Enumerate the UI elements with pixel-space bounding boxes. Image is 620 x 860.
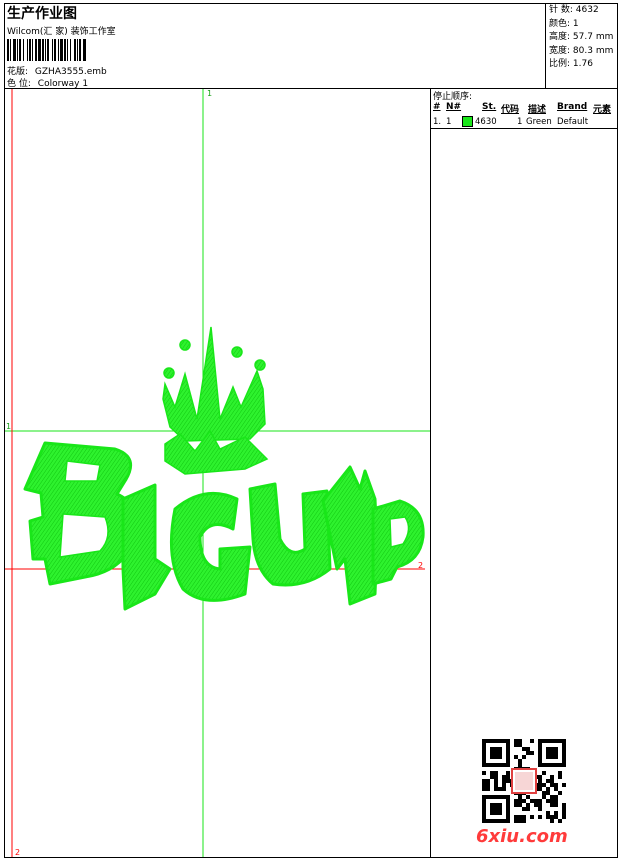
- watermark: 6xiu.com: [476, 826, 568, 847]
- row-code: 1: [517, 117, 523, 127]
- row-brand: Default: [557, 117, 589, 127]
- stat-width: 宽度: 80.3 mm: [549, 45, 614, 56]
- marker-bottom: 2: [15, 848, 20, 857]
- stats-panel: 针 数: 4632 颜色: 1 高度: 57.7 mm 宽度: 80.3 mm …: [545, 3, 618, 88]
- software-name: Wilcom(汇 家) 装饰工作室: [7, 27, 116, 37]
- design-canvas: 1 1 2 2: [5, 89, 430, 857]
- col-needle: N#: [446, 102, 462, 112]
- row-description: Green: [526, 117, 552, 127]
- colorway-line: 色 位: Colorway 1: [7, 76, 88, 89]
- row-stitches: 4630: [475, 117, 497, 127]
- col-index: #: [433, 102, 441, 112]
- col-element: 元素: [593, 105, 612, 115]
- marker-right: 2: [418, 561, 423, 570]
- stop-sequence-title: 停止顺序:: [433, 92, 473, 102]
- barcode: [7, 39, 86, 61]
- stat-stitches: 针 数: 4632: [549, 5, 599, 15]
- stat-colors: 颜色: 1: [549, 18, 579, 29]
- page-title: 生产作业图: [7, 6, 77, 22]
- marker-top: 1: [207, 89, 212, 98]
- stat-height: 高度: 57.7 mm: [549, 32, 614, 42]
- col-stitches: St.: [482, 102, 497, 112]
- panel-divider: [431, 128, 617, 129]
- colorway-label: 色 位:: [7, 79, 31, 89]
- qr-code: [482, 739, 566, 823]
- crown-graphic: [162, 326, 269, 475]
- row-needle: 1: [446, 117, 452, 127]
- stat-ratio: 比例: 1.76: [549, 59, 593, 69]
- thread-color-swatch: [462, 116, 473, 127]
- marker-left: 1: [6, 422, 11, 431]
- row-index: 1.: [433, 117, 442, 127]
- col-brand: Brand: [557, 102, 588, 112]
- col-code: 代码: [501, 105, 520, 115]
- header: 生产作业图 Wilcom(汇 家) 装饰工作室 花版: GZHA3555.emb…: [4, 3, 618, 89]
- col-description: 描述: [528, 105, 547, 115]
- colorway-value: Colorway 1: [37, 79, 89, 89]
